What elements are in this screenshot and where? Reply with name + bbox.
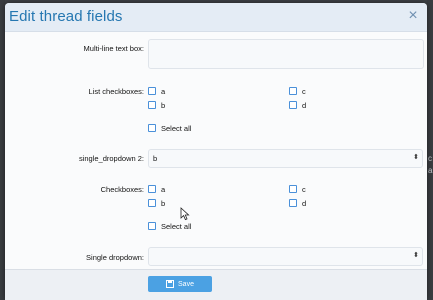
checkbox-b[interactable]: b xyxy=(148,198,165,208)
list-checkbox-d[interactable]: d xyxy=(289,100,306,110)
checkbox-d[interactable]: d xyxy=(289,198,306,208)
checkbox-label: c xyxy=(302,184,306,194)
select-all-label: Select all xyxy=(161,123,192,133)
single-dropdown-2-label: single_dropdown 2: xyxy=(78,154,144,163)
checkbox-label: a xyxy=(161,184,166,194)
checkbox-icon[interactable] xyxy=(148,124,156,132)
single-dropdown-select[interactable]: ⬍ xyxy=(148,247,423,266)
checkbox-c[interactable]: c xyxy=(289,184,306,194)
dialog-body: Multi-line text box: List checkboxes: a … xyxy=(5,32,427,269)
close-icon[interactable]: × xyxy=(405,7,421,25)
dialog-header: Edit thread fields × xyxy=(5,3,427,32)
list-select-all-checkbox[interactable]: Select all xyxy=(148,123,191,133)
dialog-title: Edit thread fields xyxy=(9,8,123,25)
backdrop-text-fragment: c xyxy=(428,154,432,163)
checkbox-label: a xyxy=(161,86,166,96)
mouse-cursor-icon xyxy=(180,207,190,221)
single-dropdown-2-select[interactable]: b ⬍ xyxy=(148,149,423,168)
checkbox-icon[interactable] xyxy=(289,87,297,95)
select-arrows-icon: ⬍ xyxy=(413,252,419,259)
page-backdrop-right xyxy=(427,0,433,300)
save-button-label: Save xyxy=(178,280,194,288)
select-all-checkbox[interactable]: Select all xyxy=(148,221,191,231)
list-checkboxes-label: List checkboxes: xyxy=(88,87,144,96)
checkbox-icon[interactable] xyxy=(148,199,156,207)
list-checkbox-c[interactable]: c xyxy=(289,86,306,96)
checkbox-label: b xyxy=(161,198,166,208)
select-all-label: Select all xyxy=(161,221,192,231)
checkbox-a[interactable]: a xyxy=(148,184,165,194)
checkbox-icon[interactable] xyxy=(289,185,297,193)
save-icon xyxy=(166,280,175,288)
checkbox-label: c xyxy=(302,86,306,96)
checkbox-icon[interactable] xyxy=(148,87,156,95)
checkbox-icon[interactable] xyxy=(289,199,297,207)
checkbox-icon[interactable] xyxy=(289,101,297,109)
checkbox-icon[interactable] xyxy=(148,185,156,193)
checkbox-label: d xyxy=(302,100,307,110)
multiline-textarea[interactable] xyxy=(148,39,424,69)
checkbox-icon[interactable] xyxy=(148,222,156,230)
checkbox-icon[interactable] xyxy=(148,101,156,109)
dialog-footer: Save xyxy=(5,269,427,300)
checkbox-label: b xyxy=(161,100,166,110)
multiline-label: Multi-line text box: xyxy=(83,44,144,53)
checkboxes-label: Checkboxes: xyxy=(100,185,144,194)
backdrop-text-fragment: a xyxy=(428,166,433,175)
select-value: b xyxy=(153,154,158,163)
select-arrows-icon: ⬍ xyxy=(413,154,419,161)
single-dropdown-label: Single dropdown: xyxy=(86,253,144,262)
checkbox-label: d xyxy=(302,198,307,208)
list-checkbox-a[interactable]: a xyxy=(148,86,165,96)
edit-thread-fields-dialog: Edit thread fields × Multi-line text box… xyxy=(5,3,427,300)
list-checkbox-b[interactable]: b xyxy=(148,100,165,110)
save-button[interactable]: Save xyxy=(148,276,212,292)
